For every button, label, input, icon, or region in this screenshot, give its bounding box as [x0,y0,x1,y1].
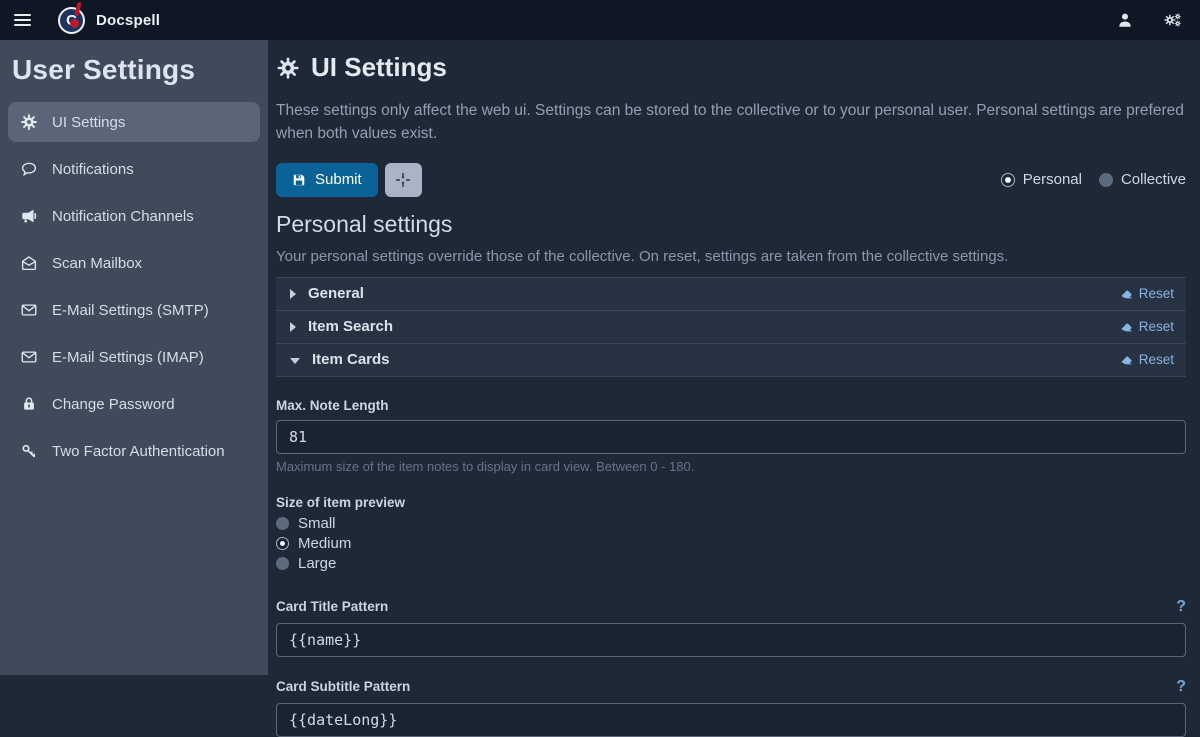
reset-item-cards-link[interactable]: Reset [1120,352,1174,367]
top-navbar: C Docspell [0,0,1200,40]
page-title: UI Settings [276,52,1186,83]
sidebar-item-label: UI Settings [52,114,125,131]
radio-off-icon [276,517,289,530]
lock-icon [20,395,38,413]
envelope-icon [20,301,38,319]
envelope-open-icon [20,254,38,272]
field-label: Max. Note Length [276,398,1186,413]
collapse-all-button[interactable] [385,163,422,197]
brand-name: Docspell [96,12,160,29]
toolbar: Submit Personal Collective [276,163,1186,197]
sidebar-item-email-smtp[interactable]: E-Mail Settings (SMTP) [8,290,260,330]
caret-right-icon [290,289,296,299]
main-content: UI Settings These settings only affect t… [268,40,1200,675]
bullhorn-icon [20,207,38,225]
sidebar-item-label: E-Mail Settings (SMTP) [52,302,209,319]
sidebar-item-label: Notifications [52,161,134,178]
preview-size-small-radio[interactable]: Small [276,514,1186,534]
submit-button[interactable]: Submit [276,163,378,197]
comment-icon [20,160,38,178]
sidebar-item-label: Change Password [52,396,175,413]
field-help: Maximum size of the item notes to displa… [276,459,1186,474]
radio-on-icon [276,537,289,550]
docspell-logo: C [58,7,85,34]
settings-sidebar: User Settings UI Settings Notifications … [0,40,268,675]
radio-off-icon [276,557,289,570]
card-subtitle-pattern-field: Card Subtitle Pattern ? [276,678,1186,737]
eraser-icon [1120,287,1133,300]
card-subtitle-pattern-input[interactable] [276,703,1186,737]
sidebar-item-label: Notification Channels [52,208,194,225]
compress-icon [395,172,411,188]
radio-on-icon [1001,173,1015,187]
caret-down-icon [290,358,300,364]
menu-icon[interactable] [0,0,44,40]
gears-icon[interactable] [1162,11,1182,29]
eraser-icon [1120,320,1133,333]
card-title-pattern-field: Card Title Pattern ? [276,598,1186,657]
accordion-item-search[interactable]: Item Search Reset [276,311,1186,344]
max-note-length-input[interactable] [276,420,1186,454]
caret-right-icon [290,322,296,332]
sidebar-item-email-imap[interactable]: E-Mail Settings (IMAP) [8,337,260,377]
page-description: These settings only affect the web ui. S… [276,99,1186,146]
key-icon [20,442,38,460]
radio-off-icon [1099,173,1113,187]
settings-accordion: General Reset Item Search Reset Item Car… [276,277,1186,377]
section-description: Your personal settings override those of… [276,248,1186,265]
card-title-pattern-input[interactable] [276,623,1186,657]
item-cards-form: Max. Note Length Maximum size of the ite… [276,398,1186,737]
scope-collective-radio[interactable]: Collective [1099,171,1186,188]
envelope-icon [20,348,38,366]
sidebar-item-notification-channels[interactable]: Notification Channels [8,196,260,236]
preview-size-field: Size of item preview Small Medium Large [276,495,1186,574]
help-icon[interactable]: ? [1176,678,1186,696]
sidebar-item-change-password[interactable]: Change Password [8,384,260,424]
gear-icon [20,113,38,131]
sidebar-item-ui-settings[interactable]: UI Settings [8,102,260,142]
sidebar-item-notifications[interactable]: Notifications [8,149,260,189]
field-label: Card Subtitle Pattern [276,679,410,694]
field-label: Size of item preview [276,495,1186,510]
sidebar-item-label: Two Factor Authentication [52,443,225,460]
eraser-icon [1120,353,1133,366]
save-icon [292,173,306,187]
max-note-length-field: Max. Note Length Maximum size of the ite… [276,398,1186,474]
section-title: Personal settings [276,211,1186,238]
sidebar-item-label: E-Mail Settings (IMAP) [52,349,204,366]
sidebar-item-two-factor[interactable]: Two Factor Authentication [8,431,260,471]
sidebar-item-label: Scan Mailbox [52,255,142,272]
sidebar-title: User Settings [8,50,260,102]
scope-personal-radio[interactable]: Personal [1001,171,1082,188]
scope-selector: Personal Collective [1001,171,1186,188]
preview-size-medium-radio[interactable]: Medium [276,534,1186,554]
gear-icon [276,56,300,80]
help-icon[interactable]: ? [1176,598,1186,616]
reset-general-link[interactable]: Reset [1120,286,1174,301]
accordion-general[interactable]: General Reset [276,278,1186,311]
user-icon[interactable] [1116,11,1134,29]
field-label: Card Title Pattern [276,599,388,614]
accordion-item-cards[interactable]: Item Cards Reset [276,344,1186,377]
preview-size-large-radio[interactable]: Large [276,554,1186,574]
reset-item-search-link[interactable]: Reset [1120,319,1174,334]
sidebar-item-scan-mailbox[interactable]: Scan Mailbox [8,243,260,283]
